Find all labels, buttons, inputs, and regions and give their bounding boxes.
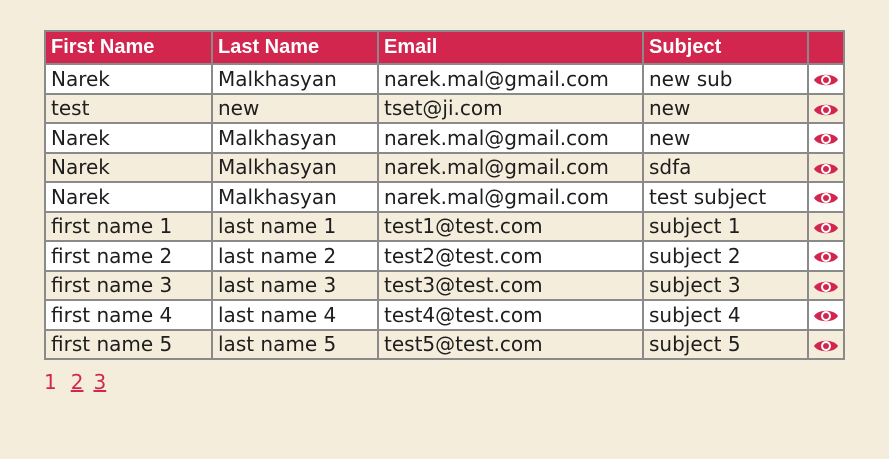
email-cell: test4@test.com [377, 299, 644, 331]
first-name-cell: Narek [44, 151, 213, 183]
eye-icon[interactable] [813, 307, 839, 325]
row-actions-cell [807, 328, 845, 360]
last-name-cell: new [211, 92, 379, 124]
eye-icon[interactable] [813, 130, 839, 148]
table-row: Narek Malkhasyan narek.mal@gmail.com new [44, 122, 845, 154]
pagination-page-link[interactable]: 3 [93, 370, 106, 394]
last-name-cell: last name 3 [211, 269, 379, 301]
row-actions-cell [807, 299, 845, 331]
eye-icon[interactable] [813, 337, 839, 355]
row-actions-cell [807, 63, 845, 95]
first-name-cell: first name 4 [44, 299, 213, 331]
table-header-row: First Name Last Name Email Subject [44, 30, 845, 65]
header-actions [807, 30, 845, 65]
subject-cell: subject 1 [642, 210, 809, 242]
last-name-cell: last name 2 [211, 240, 379, 272]
last-name-cell: Malkhasyan [211, 63, 379, 95]
table-row: first name 3 last name 3 test3@test.com sub… [44, 269, 845, 301]
email-cell: tset@ji.com [377, 92, 644, 124]
first-name-cell: Narek [44, 181, 213, 213]
last-name-cell: last name 1 [211, 210, 379, 242]
table-row: first name 4 last name 4 test4@test.com sub… [44, 299, 845, 331]
table-row: first name 5 last name 5 test5@test.com sub… [44, 328, 845, 360]
subject-cell: subject 3 [642, 269, 809, 301]
subject-cell: test subject [642, 181, 809, 213]
email-cell: test1@test.com [377, 210, 644, 242]
table-row: Narek Malkhasyan narek.mal@gmail.com test s… [44, 181, 845, 213]
email-cell: narek.mal@gmail.com [377, 181, 644, 213]
eye-icon[interactable] [813, 278, 839, 296]
first-name-cell: first name 5 [44, 328, 213, 360]
last-name-cell: Malkhasyan [211, 122, 379, 154]
subject-cell: subject 2 [642, 240, 809, 272]
first-name-cell: first name 3 [44, 269, 213, 301]
first-name-cell: Narek [44, 63, 213, 95]
messages-table-container: First Name Last Name Email Subject Narek… [44, 30, 845, 394]
email-cell: narek.mal@gmail.com [377, 151, 644, 183]
eye-icon[interactable] [813, 71, 839, 89]
table-row: Narek Malkhasyan narek.mal@gmail.com sdfa [44, 151, 845, 183]
subject-cell: subject 5 [642, 328, 809, 360]
eye-icon[interactable] [813, 248, 839, 266]
pagination-current-page: 1 [44, 370, 57, 394]
header-first-name: First Name [44, 30, 213, 65]
email-cell: test5@test.com [377, 328, 644, 360]
first-name-cell: Narek [44, 122, 213, 154]
subject-cell: new [642, 92, 809, 124]
header-email: Email [377, 30, 644, 65]
first-name-cell: test [44, 92, 213, 124]
row-actions-cell [807, 122, 845, 154]
table-body: Narek Malkhasyan narek.mal@gmail.com new su… [44, 63, 845, 360]
email-cell: test2@test.com [377, 240, 644, 272]
first-name-cell: first name 2 [44, 240, 213, 272]
email-cell: test3@test.com [377, 269, 644, 301]
pagination: 123 [44, 370, 845, 394]
row-actions-cell [807, 210, 845, 242]
row-actions-cell [807, 151, 845, 183]
first-name-cell: first name 1 [44, 210, 213, 242]
row-actions-cell [807, 92, 845, 124]
subject-cell: sdfa [642, 151, 809, 183]
table-row: first name 1 last name 1 test1@test.com sub… [44, 210, 845, 242]
eye-icon[interactable] [813, 189, 839, 207]
email-cell: narek.mal@gmail.com [377, 63, 644, 95]
messages-table: First Name Last Name Email Subject Narek… [44, 30, 845, 360]
subject-cell: subject 4 [642, 299, 809, 331]
row-actions-cell [807, 240, 845, 272]
eye-icon[interactable] [813, 160, 839, 178]
last-name-cell: Malkhasyan [211, 181, 379, 213]
last-name-cell: Malkhasyan [211, 151, 379, 183]
row-actions-cell [807, 181, 845, 213]
table-row: test new tset@ji.com new [44, 92, 845, 124]
row-actions-cell [807, 269, 845, 301]
subject-cell: new [642, 122, 809, 154]
pagination-page-link[interactable]: 2 [71, 370, 84, 394]
last-name-cell: last name 4 [211, 299, 379, 331]
subject-cell: new sub [642, 63, 809, 95]
eye-icon[interactable] [813, 101, 839, 119]
eye-icon[interactable] [813, 219, 839, 237]
email-cell: narek.mal@gmail.com [377, 122, 644, 154]
table-row: first name 2 last name 2 test2@test.com sub… [44, 240, 845, 272]
last-name-cell: last name 5 [211, 328, 379, 360]
table-row: Narek Malkhasyan narek.mal@gmail.com new su… [44, 63, 845, 95]
header-last-name: Last Name [211, 30, 379, 65]
header-subject: Subject [642, 30, 809, 65]
